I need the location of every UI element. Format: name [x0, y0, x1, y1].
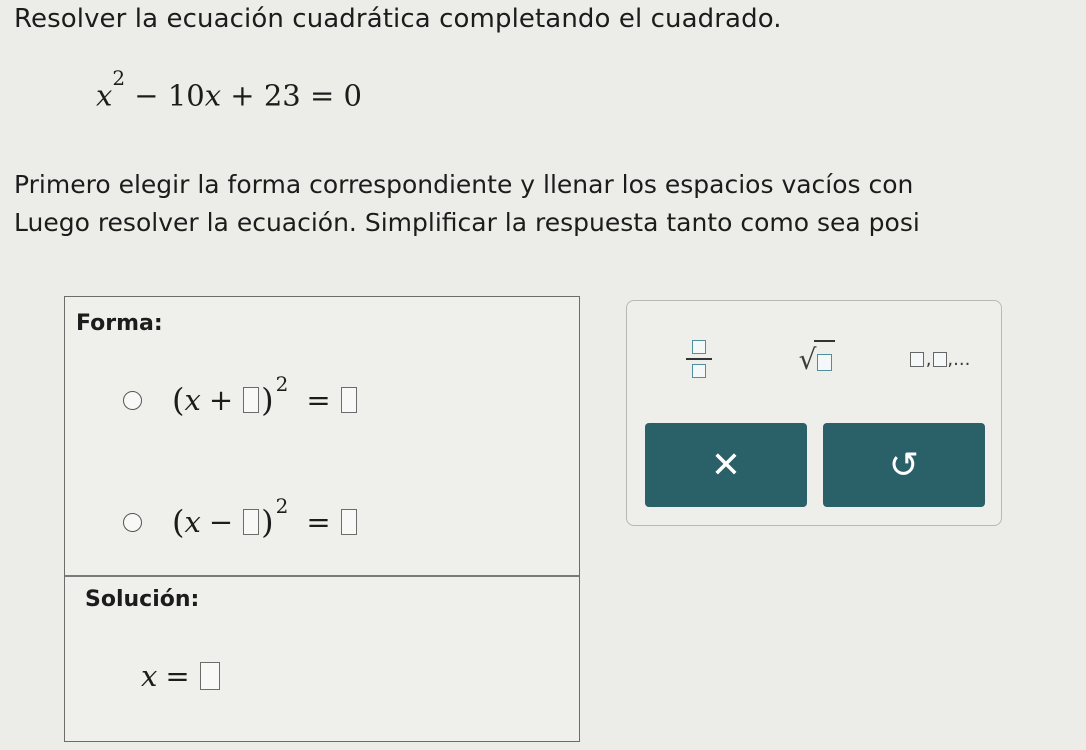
option-variable: x [184, 383, 201, 417]
list-separator: , [925, 348, 932, 370]
problem-heading: Resolver la ecuación cuadrática completa… [14, 4, 782, 34]
instruction-line-1: Primero elegir la forma correspondiente … [14, 170, 914, 199]
close-icon: ✕ [710, 444, 742, 486]
radicand-icon [814, 340, 836, 378]
form-option-plus-radio[interactable] [123, 390, 142, 410]
form-option-minus-expression: ( x − ) 2 = [172, 494, 359, 541]
fraction-button[interactable] [679, 335, 719, 383]
form-option-minus-radio[interactable] [123, 512, 142, 532]
form-option-minus[interactable]: ( x − ) 2 = [123, 494, 359, 547]
panel-divider [65, 575, 579, 577]
math-tool-palette: √ ,,... ✕ ↺ [626, 300, 1002, 526]
answer-panel: Forma: ( x + ) 2 = ( x − ) 2 = Solución: x… [64, 296, 580, 742]
open-paren: ( [172, 381, 185, 419]
form-option-plus[interactable]: ( x + ) 2 = [123, 372, 359, 425]
quadratic-equation: x2 − 10x + 23 = 0 [96, 66, 362, 113]
option-variable: x [184, 505, 201, 539]
plus-form-inner-input[interactable] [243, 387, 260, 413]
solution-equals: = [165, 659, 190, 693]
minus-form-rhs-input[interactable] [340, 509, 357, 535]
option-exponent: 2 [275, 372, 289, 396]
list-ellipsis: ,... [947, 348, 971, 370]
minus-sign: − [208, 505, 234, 539]
fraction-denominator-icon [692, 364, 706, 378]
undo-button[interactable]: ↺ [823, 423, 985, 507]
list-button[interactable]: ,,... [897, 335, 983, 383]
solution-variable: x [141, 659, 158, 693]
plus-form-rhs-input[interactable] [340, 387, 357, 413]
solution-row: x = [141, 659, 222, 693]
plus-sign: + [208, 383, 234, 417]
minus-form-inner-input[interactable] [243, 509, 260, 535]
solution-input[interactable] [199, 662, 220, 690]
close-paren: ) [261, 503, 274, 541]
equation-variable: x [96, 78, 113, 113]
equation-exponent: 2 [112, 66, 126, 90]
list-box-1-icon [909, 351, 924, 367]
form-option-plus-expression: ( x + ) 2 = [172, 372, 359, 419]
equation-variable-2: x [204, 78, 222, 113]
clear-button[interactable]: ✕ [645, 423, 807, 507]
equals-sign: = [306, 505, 331, 539]
solucion-label: Solución: [85, 587, 200, 612]
equals-sign: = [306, 383, 331, 417]
undo-icon: ↺ [888, 444, 920, 486]
option-exponent: 2 [275, 494, 289, 518]
open-paren: ( [172, 503, 185, 541]
fraction-bar-icon [686, 358, 712, 360]
forma-label: Forma: [76, 311, 163, 336]
radicand-box-icon [817, 354, 833, 371]
square-root-button[interactable]: √ [787, 335, 847, 383]
equation-tail: + 23 = 0 [221, 78, 362, 113]
fraction-numerator-icon [692, 340, 706, 354]
close-paren: ) [261, 381, 274, 419]
equation-middle-term: − 10 [125, 78, 205, 113]
instruction-line-2: Luego resolver la ecuación. Simplificar … [14, 208, 920, 237]
list-box-2-icon [933, 351, 948, 367]
